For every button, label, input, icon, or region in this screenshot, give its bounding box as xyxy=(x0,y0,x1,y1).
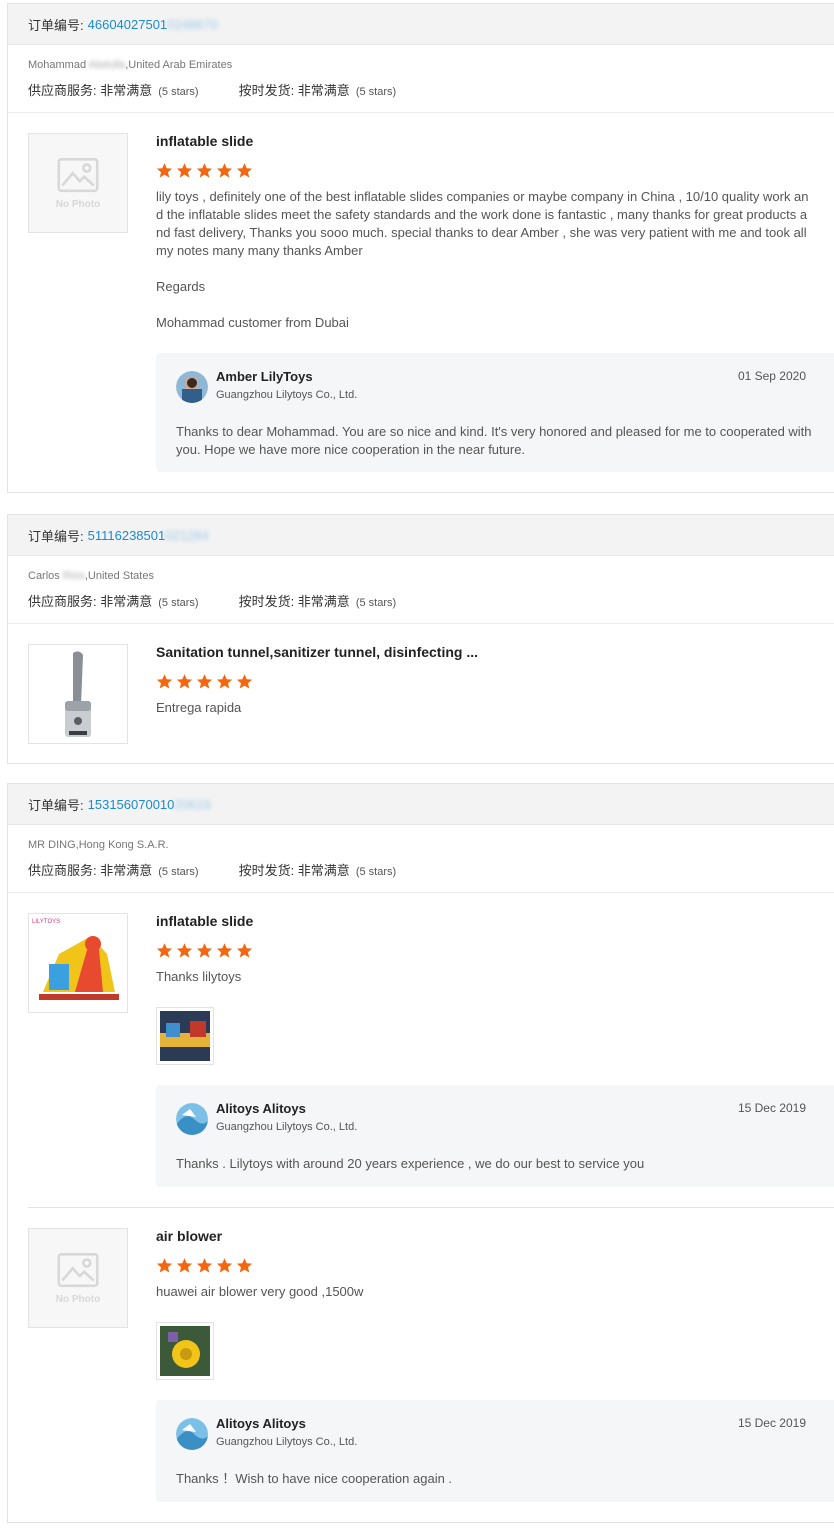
reply-company: Guangzhou Lilytoys Co., Ltd. xyxy=(216,389,358,401)
star-icon xyxy=(236,942,253,959)
reply-author: Amber LilyToys xyxy=(216,369,313,384)
review-text: lily toys , definitely one of the best i… xyxy=(156,189,809,330)
review-text: Thanks lilytoys xyxy=(156,969,242,984)
svg-text:LILYTOYS: LILYTOYS xyxy=(32,919,60,925)
product-title-link[interactable]: air blower xyxy=(156,1228,834,1248)
reply-author: Alitoys Alitoys xyxy=(216,1101,306,1116)
product-thumbnail[interactable] xyxy=(28,644,128,744)
reply-text: Thanks . Lilytoys with around 20 years e… xyxy=(176,1156,645,1171)
order-ratings: 供应商服务: 非常满意 (5 stars) 按时发货: 非常满意 (5 stars) xyxy=(28,80,814,99)
on-time-shipping-rating: 按时发货: 非常满意 xyxy=(238,863,350,878)
star-icon xyxy=(236,673,253,690)
reply-date: 01 Sep 2020 xyxy=(737,369,806,383)
product-thumbnail[interactable]: No Photo xyxy=(28,1228,128,1328)
review-photo[interactable] xyxy=(156,1322,214,1380)
star-icon xyxy=(236,162,253,179)
star-icon xyxy=(156,673,173,690)
buyer-info: MR DING,Hong Kong S.A.R. 供应商服务: 非常满意 (5 s… xyxy=(8,825,834,893)
review-photo[interactable] xyxy=(156,1007,214,1065)
reply-text: Thanks ！Wish to have nice cooperation ag… xyxy=(176,1471,453,1486)
order-number-link[interactable]: 15315607001020619 xyxy=(88,797,211,812)
review-card: 订单编号: 51116238501021284 Carlos Rios,Unit… xyxy=(7,514,834,764)
star-icon xyxy=(176,162,193,179)
star-icon xyxy=(236,1257,253,1274)
product-thumbnail[interactable]: LILYTOYS xyxy=(28,913,128,1013)
supplier-service-rating: 供应商服务: 非常满意 xyxy=(28,863,153,878)
buyer-name: Mohammad Abdulla,United Arab Emirates xyxy=(28,59,233,71)
star-icon xyxy=(216,673,233,690)
star-rating xyxy=(156,942,834,962)
supplier-service-rating: 供应商服务: 非常满意 xyxy=(28,594,153,609)
order-header: 订单编号: 15315607001020619 xyxy=(8,784,834,825)
star-icon xyxy=(196,162,213,179)
buyer-name: MR DING,Hong Kong S.A.R. xyxy=(28,839,169,851)
review-text: Entrega rapida xyxy=(156,700,242,715)
buyer-info: Carlos Rios,United States 供应商服务: 非常满意 (5 … xyxy=(8,556,834,624)
order-ratings: 供应商服务: 非常满意 (5 stars) 按时发货: 非常满意 (5 stars) xyxy=(28,860,814,879)
on-time-shipping-rating: 按时发货: 非常满意 xyxy=(238,594,350,609)
review-text: huawei air blower very good ,1500w xyxy=(156,1284,364,1299)
product-title-link[interactable]: Sanitation tunnel,sanitizer tunnel, disi… xyxy=(156,644,834,664)
product-divider xyxy=(28,1207,834,1208)
star-icon xyxy=(156,162,173,179)
review-card: 订单编号: 466040275010248670 Mohammad Abdull… xyxy=(7,3,834,493)
star-icon xyxy=(176,1257,193,1274)
star-icon xyxy=(216,942,233,959)
order-label: 订单编号: xyxy=(28,528,84,544)
order-number-link[interactable]: 466040275010248670 xyxy=(88,17,218,32)
on-time-shipping-rating: 按时发货: 非常满意 xyxy=(238,83,350,98)
product-title-link[interactable]: inflatable slide xyxy=(156,133,834,153)
reply-company: Guangzhou Lilytoys Co., Ltd. xyxy=(216,1121,358,1133)
order-label: 订单编号: xyxy=(28,17,84,33)
supplier-reply: Alitoys Alitoys Guangzhou Lilytoys Co., … xyxy=(156,1085,834,1187)
review-card: 订单编号: 15315607001020619 MR DING,Hong Kon… xyxy=(7,783,834,1523)
order-number-link[interactable]: 51116238501021284 xyxy=(88,528,209,543)
reply-company: Guangzhou Lilytoys Co., Ltd. xyxy=(216,1436,358,1448)
user-avatar xyxy=(176,1418,208,1450)
star-icon xyxy=(196,1257,213,1274)
inflatable-slide-product-image: LILYTOYS xyxy=(29,914,127,1012)
star-rating xyxy=(156,1257,834,1277)
star-rating xyxy=(156,162,834,182)
supplier-service-rating: 供应商服务: 非常满意 xyxy=(28,83,153,98)
buyer-info: Mohammad Abdulla,United Arab Emirates 供应… xyxy=(8,45,834,113)
buyer-name: Carlos Rios,United States xyxy=(28,570,154,582)
supplier-reply: Amber LilyToys Guangzhou Lilytoys Co., L… xyxy=(156,353,834,472)
order-ratings: 供应商服务: 非常满意 (5 stars) 按时发货: 非常满意 (5 stars) xyxy=(28,591,814,610)
sanitizer-product-image xyxy=(29,645,127,743)
image-placeholder-icon: No Photo xyxy=(29,134,127,232)
reply-text: Thanks to dear Mohammad. You are so nice… xyxy=(176,424,812,457)
star-icon xyxy=(216,1257,233,1274)
reply-author: Alitoys Alitoys xyxy=(216,1416,306,1431)
image-placeholder-icon: No Photo xyxy=(29,1229,127,1327)
order-header: 订单编号: 51116238501021284 xyxy=(8,515,834,556)
star-icon xyxy=(196,942,213,959)
star-icon xyxy=(176,942,193,959)
star-icon xyxy=(156,1257,173,1274)
order-header: 订单编号: 466040275010248670 xyxy=(8,4,834,45)
star-icon xyxy=(176,673,193,690)
star-rating xyxy=(156,673,834,693)
reply-date: 15 Dec 2019 xyxy=(737,1416,806,1430)
reply-date: 15 Dec 2019 xyxy=(737,1101,806,1115)
supplier-reply: Alitoys Alitoys Guangzhou Lilytoys Co., … xyxy=(156,1400,834,1502)
star-icon xyxy=(196,673,213,690)
product-title-link[interactable]: inflatable slide xyxy=(156,913,834,933)
product-thumbnail[interactable]: No Photo xyxy=(28,133,128,233)
order-label: 订单编号: xyxy=(28,797,84,813)
star-icon xyxy=(156,942,173,959)
user-avatar xyxy=(176,1103,208,1135)
user-avatar xyxy=(176,371,208,403)
star-icon xyxy=(216,162,233,179)
